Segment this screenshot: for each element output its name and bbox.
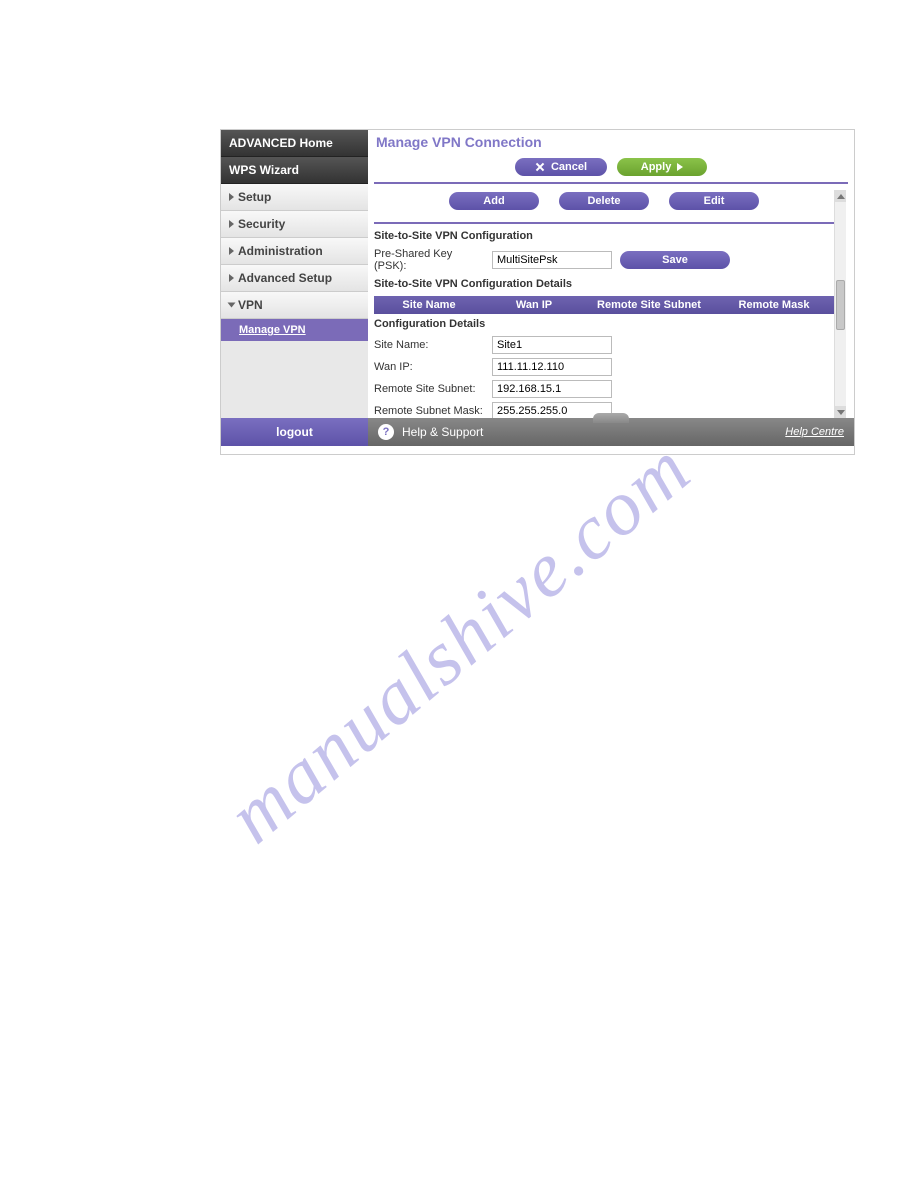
add-button[interactable]: Add [449,192,539,210]
button-label: Apply [641,161,672,173]
th-remote-subnet: Remote Site Subnet [584,299,714,311]
help-icon: ? [378,424,394,440]
button-label: Cancel [551,161,587,173]
help-centre-link[interactable]: Help Centre [785,426,844,438]
th-site-name: Site Name [374,299,484,311]
main-row: ADVANCED Home WPS Wizard Setup Security … [221,130,854,418]
sidebar-item-security[interactable]: Security [221,211,368,238]
sidebar: ADVANCED Home WPS Wizard Setup Security … [221,130,368,418]
chevron-right-icon [229,274,234,282]
psk-input[interactable] [492,251,612,269]
table-action-row: Add Delete Edit [374,190,834,218]
chevron-right-icon [229,247,234,255]
th-wan-ip: Wan IP [484,299,584,311]
chevron-up-icon [837,194,845,199]
details-section-title: Site-to-Site VPN Configuration Details [374,274,834,294]
scroll-thumb[interactable] [836,280,845,330]
wan-ip-row: Wan IP: [374,356,834,378]
sidebar-item-label: Administration [238,244,323,258]
chevron-right-icon [229,193,234,201]
config-details-title: Configuration Details [374,314,834,334]
table-header: Site Name Wan IP Remote Site Subnet Remo… [374,296,834,314]
scroll-up-button[interactable] [835,190,846,202]
divider [374,222,834,224]
cancel-button[interactable]: Cancel [515,158,607,176]
sidebar-tab-wps-wizard[interactable]: WPS Wizard [221,157,368,184]
help-bar: ? Help & Support Help Centre [368,418,854,446]
scrollbar[interactable] [834,190,846,418]
remote-subnet-input[interactable] [492,380,612,398]
sidebar-subitem-manage-vpn[interactable]: Manage VPN [221,319,368,341]
site-name-input[interactable] [492,336,612,354]
help-title: Help & Support [402,425,483,439]
sidebar-item-label: Security [238,217,285,231]
delete-button[interactable]: Delete [559,192,649,210]
psk-save-button[interactable]: Save [620,251,730,269]
remote-subnet-row: Remote Site Subnet: [374,378,834,400]
close-icon [535,162,545,172]
app-window: ADVANCED Home WPS Wizard Setup Security … [220,129,855,455]
chevron-right-icon [677,163,683,171]
sidebar-fill [221,341,368,418]
wan-ip-label: Wan IP: [374,361,484,373]
chevron-down-icon [837,410,845,415]
page-title: Manage VPN Connection [368,130,854,154]
sidebar-item-advanced-setup[interactable]: Advanced Setup [221,265,368,292]
sidebar-tab-advanced-home[interactable]: ADVANCED Home [221,130,368,157]
wan-ip-input[interactable] [492,358,612,376]
scroll-down-button[interactable] [835,406,846,418]
th-remote-mask: Remote Mask [714,299,834,311]
apply-button[interactable]: Apply [617,158,707,176]
sidebar-item-administration[interactable]: Administration [221,238,368,265]
scroll-content: Add Delete Edit Site-to-Site VPN Configu… [374,190,834,418]
psk-label: Pre-Shared Key (PSK): [374,248,484,272]
watermark: manualshive.com [210,423,707,861]
sidebar-item-setup[interactable]: Setup [221,184,368,211]
bottom-bar: logout ? Help & Support Help Centre [221,418,854,446]
edit-button[interactable]: Edit [669,192,759,210]
sidebar-item-label: Advanced Setup [238,271,332,285]
site-name-row: Site Name: [374,334,834,356]
logout-button[interactable]: logout [221,418,368,446]
scroll-area: Add Delete Edit Site-to-Site VPN Configu… [374,190,846,418]
help-handle-icon[interactable] [593,413,629,423]
sidebar-item-label: VPN [238,298,263,312]
remote-mask-label: Remote Subnet Mask: [374,405,484,417]
content-panel: Manage VPN Connection Cancel Apply Add D… [368,130,854,418]
sidebar-item-label: Setup [238,190,271,204]
chevron-down-icon [228,303,236,308]
chevron-right-icon [229,220,234,228]
psk-row: Pre-Shared Key (PSK): Save [374,246,834,274]
remote-subnet-label: Remote Site Subnet: [374,383,484,395]
psk-section-title: Site-to-Site VPN Configuration [374,226,834,246]
top-button-row: Cancel Apply [374,154,848,184]
site-name-label: Site Name: [374,339,484,351]
sidebar-item-vpn[interactable]: VPN [221,292,368,319]
